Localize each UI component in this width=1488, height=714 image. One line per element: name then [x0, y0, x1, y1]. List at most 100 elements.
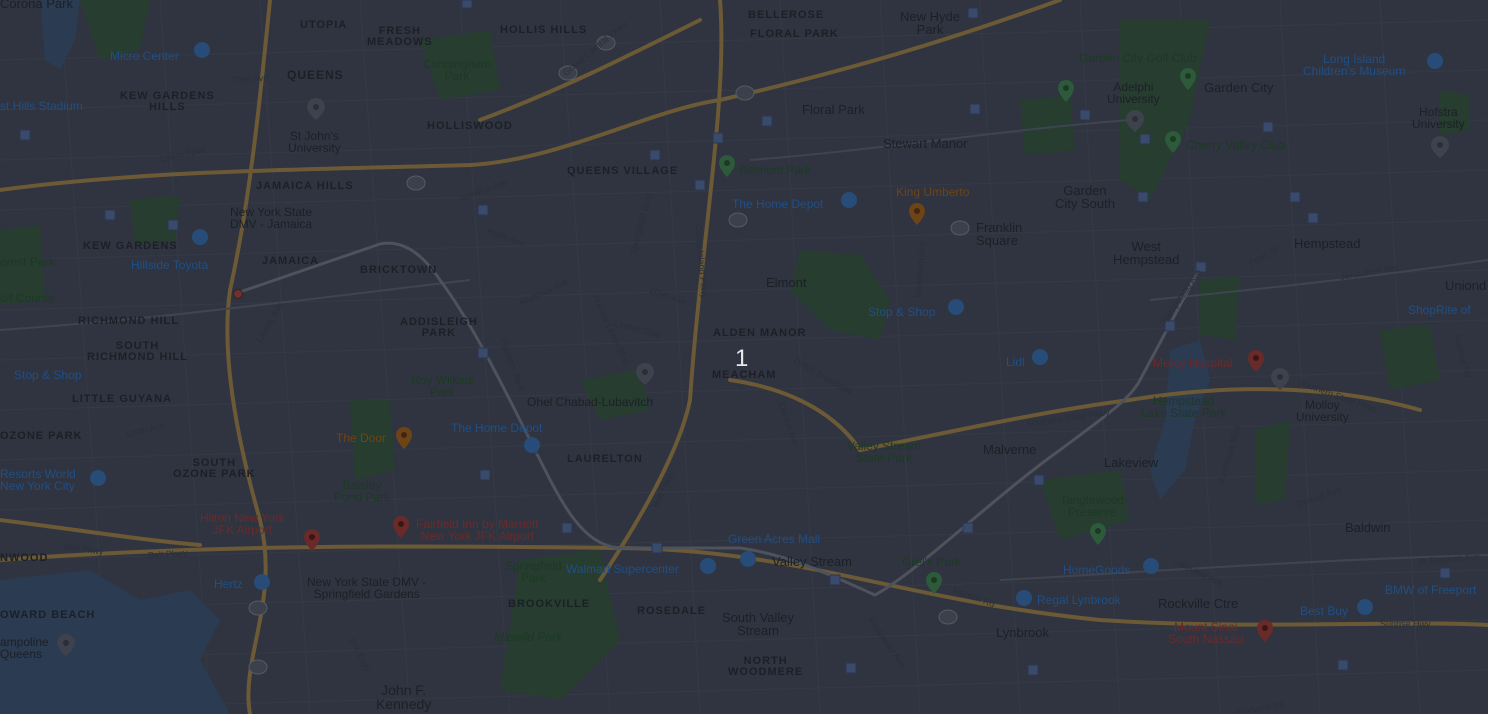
- poi-hillside-toyota[interactable]: Hillside Toyota: [131, 259, 208, 271]
- pin-hilton-icon[interactable]: [304, 529, 320, 551]
- label-nys-dmv-jamaica: New York State DMV - Jamaica: [230, 205, 313, 231]
- pin-lidl-icon[interactable]: [1031, 348, 1049, 366]
- label-cunningham-park: Cunningham Park: [423, 57, 492, 83]
- label-queens: QUEENS: [287, 68, 344, 82]
- label-campoline: ampoline Queens: [0, 635, 49, 661]
- poi-hilton[interactable]: Hilton New York JFK Airport: [200, 512, 285, 536]
- label-adelphi: Adelphi University: [1107, 80, 1160, 106]
- label-baldwin: Baldwin: [1345, 520, 1391, 535]
- label-richmond-hill: RICHMOND HILL: [78, 315, 179, 327]
- label-hempstead: Hempstead: [1294, 236, 1361, 251]
- label-springfield-park: Springfield Park: [505, 559, 562, 585]
- pin-the-door-icon[interactable]: [396, 427, 412, 449]
- label-north-woodmere: NORTH WOODMERE: [728, 655, 804, 678]
- map-canvas[interactable]: 1 UTOPIA FRESH MEADOWS HOLLIS HILLS QUEE…: [0, 0, 1488, 714]
- poi-hertz[interactable]: Hertz: [214, 578, 243, 590]
- label-nwood: NWOOD: [0, 552, 49, 564]
- pin-hertz-icon[interactable]: [253, 573, 271, 591]
- label-kew-gardens-hills: KEW GARDENS HILLS: [120, 90, 215, 113]
- label-holliswood: HOLLISWOOD: [427, 120, 513, 132]
- pin-belmont-park-icon[interactable]: [719, 155, 735, 177]
- label-hempstead-lake: Hempstead Lake State Park: [1141, 394, 1227, 420]
- pin-tanglewood-icon[interactable]: [1090, 523, 1106, 545]
- poi-regal[interactable]: Regal Lynbrook: [1037, 594, 1121, 606]
- poi-fairfield[interactable]: Fairfield Inn by Marriott New York JFK A…: [416, 518, 539, 542]
- pin-garden-city-golf-icon[interactable]: [1058, 80, 1074, 102]
- poi-stop-shop-1[interactable]: Stop & Shop: [868, 306, 935, 318]
- pin-homegoods-icon[interactable]: [1142, 557, 1160, 575]
- pin-garden-city-icon[interactable]: [1180, 68, 1196, 90]
- poi-stop-shop-2[interactable]: Stop & Shop: [14, 369, 81, 381]
- pin-ohel-icon[interactable]: [636, 363, 654, 385]
- pin-king-umberto-icon[interactable]: [909, 203, 925, 225]
- pin-cherry-valley-icon[interactable]: [1165, 131, 1181, 153]
- poi-mercy-hospital[interactable]: Mercy Hospital: [1153, 357, 1232, 369]
- label-lakeview: Lakeview: [1104, 455, 1159, 470]
- pin-green-acres-icon[interactable]: [739, 550, 757, 568]
- label-south-valley-stream: South Valley Stream: [722, 610, 795, 638]
- poi-best-buy[interactable]: Best Buy: [1300, 605, 1348, 617]
- poi-the-door[interactable]: The Door: [336, 432, 386, 444]
- label-uniondale: Uniond: [1445, 278, 1487, 293]
- pin-fairfield-icon[interactable]: [393, 516, 409, 538]
- label-jamaica: JAMAICA: [262, 255, 320, 267]
- label-floral-park: Floral Park: [802, 102, 865, 117]
- label-laurelton: LAURELTON: [567, 453, 643, 465]
- label-south-ozone-park: SOUTH OZONE PARK: [173, 457, 256, 480]
- pin-grants-park-icon[interactable]: [926, 572, 942, 594]
- pin-campoline-icon[interactable]: [57, 634, 75, 656]
- poi-walmart[interactable]: Walmart Supercenter: [566, 563, 679, 575]
- label-little-guyana: LITTLE GUYANA: [72, 393, 172, 405]
- pin-micro-center-icon[interactable]: [193, 41, 211, 59]
- label-garden-city-golf: Garden City Golf Club: [1079, 51, 1197, 65]
- pin-home-depot-1-icon[interactable]: [840, 191, 858, 209]
- pin-hillside-toyota-icon[interactable]: [191, 228, 209, 246]
- label-elmont: Elmont: [766, 275, 807, 290]
- pin-molloy-icon[interactable]: [1271, 368, 1289, 390]
- pin-resorts-world-icon[interactable]: [89, 469, 107, 487]
- label-new-hyde-park: New Hyde Park: [900, 9, 960, 37]
- pin-hofstra-icon[interactable]: [1431, 136, 1449, 158]
- label-alden-manor: ALDEN MANOR: [713, 327, 807, 339]
- pin-best-buy-icon[interactable]: [1356, 598, 1374, 616]
- poi-lidl[interactable]: Lidl: [1006, 356, 1025, 368]
- poi-micro-center[interactable]: Micro Center: [110, 50, 179, 62]
- pin-mercy-hospital-icon[interactable]: [1248, 350, 1264, 372]
- poi-bmw[interactable]: BMW of Freeport: [1385, 584, 1476, 596]
- label-kew-gardens: KEW GARDENS: [83, 240, 178, 252]
- pin-adelphi-icon[interactable]: [1126, 110, 1144, 132]
- pin-stop-shop-icon[interactable]: [947, 298, 965, 316]
- label-forest-park: orest Park: [0, 255, 55, 269]
- pin-home-depot-2-icon[interactable]: [523, 436, 541, 454]
- route-start-marker[interactable]: [233, 289, 243, 299]
- label-lynbrook: Lynbrook: [996, 625, 1049, 640]
- label-valley-stream-sp: Valley Stream State Park: [847, 439, 921, 465]
- label-fresh-meadows: FRESH MEADOWS: [367, 25, 433, 48]
- poi-home-depot-1[interactable]: The Home Depot: [732, 198, 823, 210]
- poi-home-depot-2[interactable]: The Home Depot: [451, 422, 542, 434]
- poi-king-umberto[interactable]: King Umberto: [896, 186, 969, 198]
- label-hofstra: Hofstra University: [1412, 105, 1465, 131]
- label-south-richmond-hill: SOUTH RICHMOND HILL: [87, 340, 188, 363]
- label-garden-city: Garden City: [1204, 80, 1274, 95]
- poi-green-acres[interactable]: Green Acres Mall: [728, 533, 820, 545]
- label-hills-stadium: st Hills Stadium: [0, 99, 83, 113]
- poi-mount-sinai[interactable]: Mount Sinai South Nassau: [1168, 621, 1243, 645]
- label-meacham: MEACHAM: [712, 369, 777, 381]
- label-bricktown: BRICKTOWN: [360, 264, 438, 276]
- poi-resorts-world[interactable]: Resorts World New York City: [0, 468, 76, 492]
- pin-mount-sinai-icon[interactable]: [1257, 620, 1273, 642]
- label-rosedale: ROSEDALE: [637, 605, 707, 617]
- pin-li-childrens-icon[interactable]: [1426, 52, 1444, 70]
- label-valley-stream: Valley Stream: [772, 554, 852, 569]
- label-queens-village: QUEENS VILLAGE: [567, 165, 679, 177]
- street-sunrise-hwy: Sunrise Hwy: [1380, 619, 1431, 629]
- pin-st-johns-icon[interactable]: [307, 98, 325, 120]
- pin-regal-icon[interactable]: [1015, 589, 1033, 607]
- poi-shoprite[interactable]: ShopRite of: [1408, 304, 1471, 316]
- pin-walmart-icon[interactable]: [699, 557, 717, 575]
- label-nys-dmv-springfield: New York State DMV - Springfield Gardens: [307, 575, 427, 601]
- label-rockville-ctre: Rockville Ctre: [1158, 596, 1239, 611]
- poi-homegoods[interactable]: HomeGoods: [1063, 564, 1130, 576]
- poi-li-childrens-museum[interactable]: Long Island Children's Museum: [1303, 53, 1405, 77]
